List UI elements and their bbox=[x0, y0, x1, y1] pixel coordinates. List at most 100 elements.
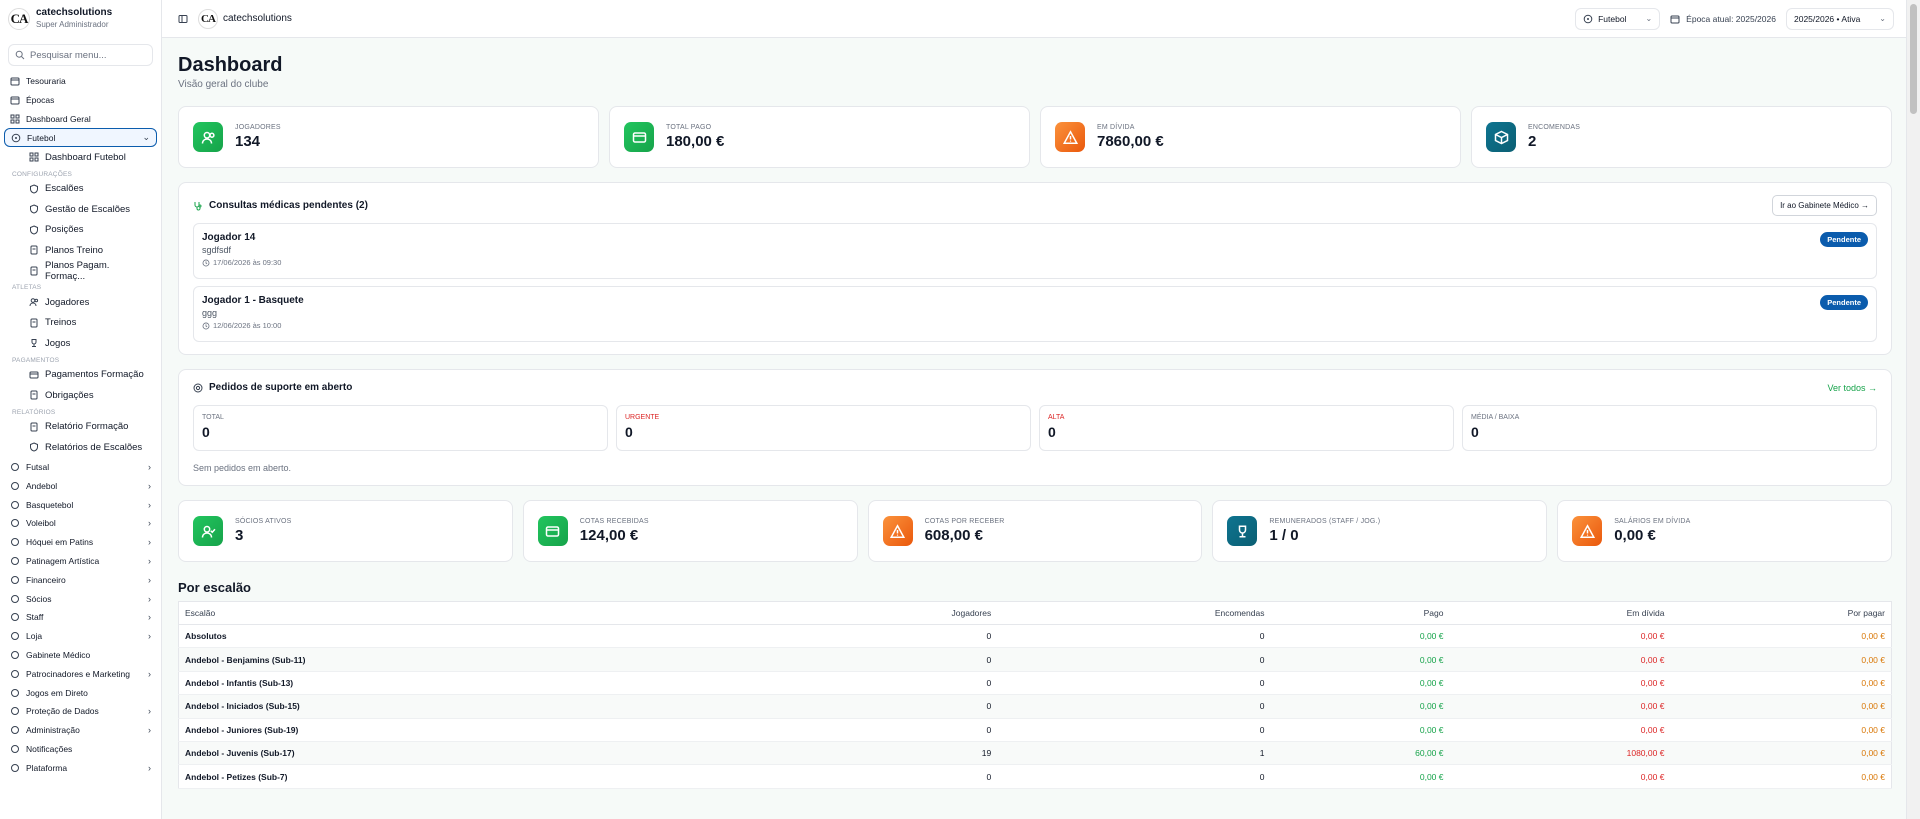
table-row[interactable]: Andebol - Juvenis (Sub-17) 19 1 60,00 €1080… bbox=[178, 741, 1892, 766]
sport-select[interactable]: Futebol ⌄ bbox=[1575, 7, 1661, 30]
box-icon bbox=[1486, 122, 1516, 152]
sidebar-brand[interactable]: CA catechsolutions Super Administrador bbox=[0, 0, 161, 38]
sidebar-subitem-treinos[interactable]: Treinos bbox=[4, 313, 157, 334]
scrollbar-thumb[interactable] bbox=[1910, 4, 1917, 114]
sidebar-item-epocas[interactable]: Épocas bbox=[4, 91, 157, 110]
topbar-brand[interactable]: CA catechsolutions bbox=[198, 8, 292, 29]
sidebar-item-hoquei-em-patins[interactable]: Hóquei em Patins › bbox=[4, 533, 157, 552]
season-select[interactable]: 2025/2026 • Ativa ⌄ bbox=[1785, 7, 1894, 30]
sidebar-item-jogos-em-direto[interactable]: Jogos em Direto bbox=[4, 683, 157, 702]
sidebar-item-socios[interactable]: Sócios › bbox=[4, 589, 157, 608]
go-medical-office-button[interactable]: Ir ao Gabinete Médico → bbox=[1772, 195, 1877, 216]
stat-label: JOGADORES bbox=[235, 124, 281, 131]
table-row[interactable]: Andebol - Infantis (Sub-13) 0 0 0,00 €0,00 … bbox=[178, 671, 1892, 696]
sidebar-subitem-escaloes[interactable]: Escalões bbox=[4, 179, 157, 200]
sidebar-item-staff[interactable]: Staff › bbox=[4, 608, 157, 627]
table-cell: 1 bbox=[997, 741, 1271, 766]
card-icon bbox=[29, 370, 39, 380]
sidebar-item-futebol[interactable]: Futebol ⌄ bbox=[4, 128, 157, 148]
table-cell: 0,00 € bbox=[1270, 764, 1450, 789]
sidebar-item-voleibol[interactable]: Voleibol › bbox=[4, 514, 157, 533]
sidebar-nav: Tesouraria Épocas Dashboard Geral Futebol ⌄ D… bbox=[0, 72, 161, 777]
table-cell: 60,00 € bbox=[1270, 741, 1450, 766]
column-header-pago[interactable]: Pago bbox=[1270, 601, 1450, 625]
sidebar-item-label: Basquetebol bbox=[26, 499, 74, 510]
sidebar-subitem-gestao-de-escaloes[interactable]: Gestão de Escalões bbox=[4, 199, 157, 220]
sidebar-item-dashboard-geral[interactable]: Dashboard Geral bbox=[4, 110, 157, 129]
column-header-em-divida[interactable]: Em dívida bbox=[1449, 601, 1671, 625]
sidebar-subitem-relatorio-formacao[interactable]: Relatório Formação bbox=[4, 417, 157, 438]
table-cell: 0,00 € bbox=[1270, 624, 1450, 649]
support-box-value: 0 bbox=[625, 424, 633, 440]
column-header-encomendas[interactable]: Encomendas bbox=[997, 601, 1271, 625]
generic-icon bbox=[10, 500, 20, 510]
sidebar-item-loja[interactable]: Loja › bbox=[4, 627, 157, 646]
table-cell: 0,00 € bbox=[1449, 764, 1671, 789]
sidebar-item-futsal[interactable]: Futsal › bbox=[4, 458, 157, 477]
user-check-icon bbox=[193, 516, 223, 546]
stat-label: TOTAL PAGO bbox=[666, 124, 712, 131]
sidebar-toggle-icon[interactable] bbox=[178, 14, 188, 24]
sidebar-subitem-jogadores[interactable]: Jogadores bbox=[4, 292, 157, 313]
sidebar-subitem-label: Planos Treino bbox=[45, 244, 104, 256]
club-logo: CA bbox=[8, 8, 30, 30]
stat-label: SALÁRIOS EM DÍVIDA bbox=[1614, 518, 1691, 525]
consultation-item[interactable]: Jogador 1 - Basquete ggg 12/06/2026 às 1… bbox=[193, 286, 1877, 342]
sidebar-item-label: Futsal bbox=[26, 462, 50, 473]
by-tier-table: Escalão Jogadores Encomendas Pago Em dívida P… bbox=[178, 601, 1892, 789]
table-cell: 0 bbox=[997, 671, 1271, 696]
sidebar-item-tesouraria[interactable]: Tesouraria bbox=[4, 72, 157, 91]
sidebar-item-andebol[interactable]: Andebol › bbox=[4, 476, 157, 495]
sidebar-item-administracao[interactable]: Administração › bbox=[4, 721, 157, 740]
chevron-right-icon: › bbox=[148, 762, 151, 773]
table-row[interactable]: Andebol - Iniciados (Sub-15) 0 0 0,00 €0,00… bbox=[178, 694, 1892, 719]
sidebar-item-financeiro[interactable]: Financeiro › bbox=[4, 570, 157, 589]
table-cell: 0,00 € bbox=[1670, 671, 1892, 696]
sidebar-item-label: Andebol bbox=[26, 480, 58, 491]
scrollbar[interactable] bbox=[1906, 0, 1920, 819]
sidebar-subitem-jogos[interactable]: Jogos bbox=[4, 333, 157, 354]
table-row[interactable]: Andebol - Petizes (Sub-7) 0 0 0,00 €0,00 €0… bbox=[178, 764, 1892, 789]
sidebar-subitem-pagamentos-formacao[interactable]: Pagamentos Formação bbox=[4, 365, 157, 386]
sidebar-subitem-planos-pagam-formac[interactable]: Planos Pagam. Formaç... bbox=[4, 260, 157, 282]
stat-label: COTAS POR RECEBER bbox=[924, 518, 1005, 525]
table-cell: Andebol - Iniciados (Sub-15) bbox=[178, 694, 768, 719]
table-cell: Andebol - Juvenis (Sub-17) bbox=[178, 741, 768, 766]
sidebar-item-notificacoes[interactable]: Notificações bbox=[4, 740, 157, 759]
sidebar-item-basquetebol[interactable]: Basquetebol › bbox=[4, 495, 157, 514]
generic-icon bbox=[10, 688, 20, 698]
generic-icon bbox=[10, 669, 20, 679]
sidebar-item-plataforma[interactable]: Plataforma › bbox=[4, 758, 157, 777]
table-cell: 0 bbox=[997, 624, 1271, 649]
sidebar-subitem-planos-treino[interactable]: Planos Treino bbox=[4, 240, 157, 261]
main-area: CA catechsolutions Futebol ⌄ Época atual… bbox=[162, 0, 1906, 819]
view-all-link[interactable]: Ver todos → bbox=[1827, 383, 1877, 393]
sidebar-item-gabinete-medico[interactable]: Gabinete Médico bbox=[4, 646, 157, 665]
search-input[interactable]: Pesquisar menu... bbox=[8, 44, 153, 66]
column-header-por-pagar[interactable]: Por pagar bbox=[1670, 601, 1892, 625]
chevron-down-icon: ⌄ bbox=[1879, 14, 1886, 23]
support-box-label: ALTA bbox=[1048, 414, 1065, 421]
sport-select-value: Futebol bbox=[1598, 13, 1627, 24]
sidebar-subitem-obrigacoes[interactable]: Obrigações bbox=[4, 385, 157, 406]
doc-icon bbox=[29, 390, 39, 400]
column-header-jogadores[interactable]: Jogadores bbox=[767, 601, 998, 625]
sidebar-item-label: Gabinete Médico bbox=[26, 650, 91, 661]
generic-icon bbox=[10, 706, 20, 716]
sidebar-subitem-posicoes[interactable]: Posições bbox=[4, 220, 157, 241]
calendar-icon bbox=[10, 95, 20, 105]
sidebar-subitem-dashboard-futebol[interactable]: Dashboard Futebol bbox=[4, 147, 157, 168]
sidebar-item-patrocinadores-e-marketing[interactable]: Patrocinadores e Marketing › bbox=[4, 664, 157, 683]
sidebar-item-patinagem-artistica[interactable]: Patinagem Artística › bbox=[4, 552, 157, 571]
table-row[interactable]: Absolutos 0 0 0,00 €0,00 €0,00 € bbox=[178, 624, 1892, 649]
support-box-urgente: URGENTE 0 bbox=[616, 405, 1031, 451]
medical-card-title: Consultas médicas pendentes (2) bbox=[209, 200, 368, 211]
topbar-org-name: catechsolutions bbox=[223, 13, 292, 24]
table-row[interactable]: Andebol - Juniores (Sub-19) 0 0 0,00 €0,00 … bbox=[178, 718, 1892, 742]
sidebar-item-protecao-de-dados[interactable]: Proteção de Dados › bbox=[4, 702, 157, 721]
consultation-item[interactable]: Jogador 14 sgdfsdf 17/06/2026 às 09:30 P… bbox=[193, 223, 1877, 279]
column-header-escalao[interactable]: Escalão bbox=[178, 601, 768, 625]
table-row[interactable]: Andebol - Benjamins (Sub-11) 0 0 0,00 €0,00… bbox=[178, 647, 1892, 672]
sidebar-subitem-relatorios-de-escaloes[interactable]: Relatórios de Escalões bbox=[4, 437, 157, 458]
clock-icon bbox=[202, 259, 210, 267]
